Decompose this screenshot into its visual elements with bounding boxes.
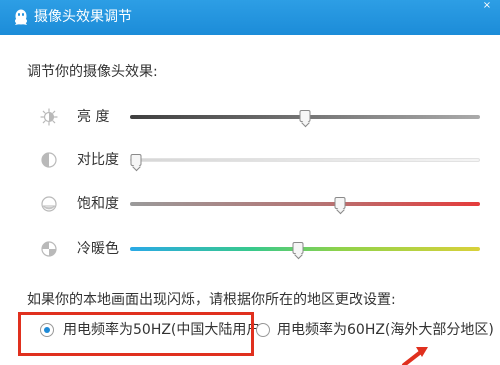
saturation-icon bbox=[41, 196, 57, 212]
brightness-label: 亮 度 bbox=[77, 109, 110, 125]
radio-button-50hz[interactable] bbox=[40, 323, 54, 337]
radio-button-60hz[interactable] bbox=[256, 323, 270, 337]
contrast-row: 对比度 bbox=[40, 148, 490, 172]
warmth-slider[interactable] bbox=[130, 242, 480, 254]
brightness-slider[interactable] bbox=[130, 110, 480, 122]
window-title: 摄像头效果调节 bbox=[34, 9, 132, 25]
saturation-row: 饱和度 bbox=[40, 192, 490, 216]
radio-label-50hz: 用电频率为50HZ(中国大陆用户) bbox=[63, 322, 266, 338]
brightness-slider-thumb[interactable] bbox=[299, 110, 311, 122]
saturation-slider-thumb[interactable] bbox=[334, 197, 346, 209]
frequency-radio-group: 用电频率为50HZ(中国大陆用户) 用电频率为60HZ(海外大部分地区) bbox=[18, 312, 494, 356]
saturation-slider[interactable] bbox=[130, 197, 480, 209]
radio-option-50hz[interactable]: 用电频率为50HZ(中国大陆用户) bbox=[18, 312, 266, 356]
radio-option-60hz[interactable]: 用电频率为60HZ(海外大部分地区) bbox=[256, 312, 494, 348]
camera-effect-section-label: 调节你的摄像头效果: bbox=[27, 64, 158, 80]
warmth-icon bbox=[41, 241, 57, 257]
contrast-icon bbox=[41, 152, 57, 168]
radio-label-60hz: 用电频率为60HZ(海外大部分地区) bbox=[277, 322, 494, 338]
close-icon[interactable]: × bbox=[482, 1, 492, 11]
contrast-label: 对比度 bbox=[77, 152, 119, 168]
warmth-label: 冷暖色 bbox=[77, 241, 119, 257]
titlebar[interactable]: 摄像头效果调节 × bbox=[0, 0, 500, 35]
qq-penguin-icon bbox=[15, 9, 27, 25]
contrast-slider-thumb[interactable] bbox=[130, 154, 142, 166]
contrast-slider[interactable] bbox=[130, 154, 480, 166]
warmth-row: 冷暖色 bbox=[40, 237, 490, 261]
brightness-icon bbox=[40, 108, 58, 126]
brightness-row: 亮 度 bbox=[40, 105, 490, 129]
saturation-label: 饱和度 bbox=[77, 196, 119, 212]
camera-effect-window: 摄像头效果调节 × 调节你的摄像头效果: 亮 度 对比度 饱和度 冷暖色 如果你… bbox=[0, 0, 500, 365]
frequency-hint-label: 如果你的本地画面出现闪烁，请根据你所在的地区更改设置: bbox=[27, 292, 396, 308]
warmth-slider-thumb[interactable] bbox=[292, 242, 304, 254]
